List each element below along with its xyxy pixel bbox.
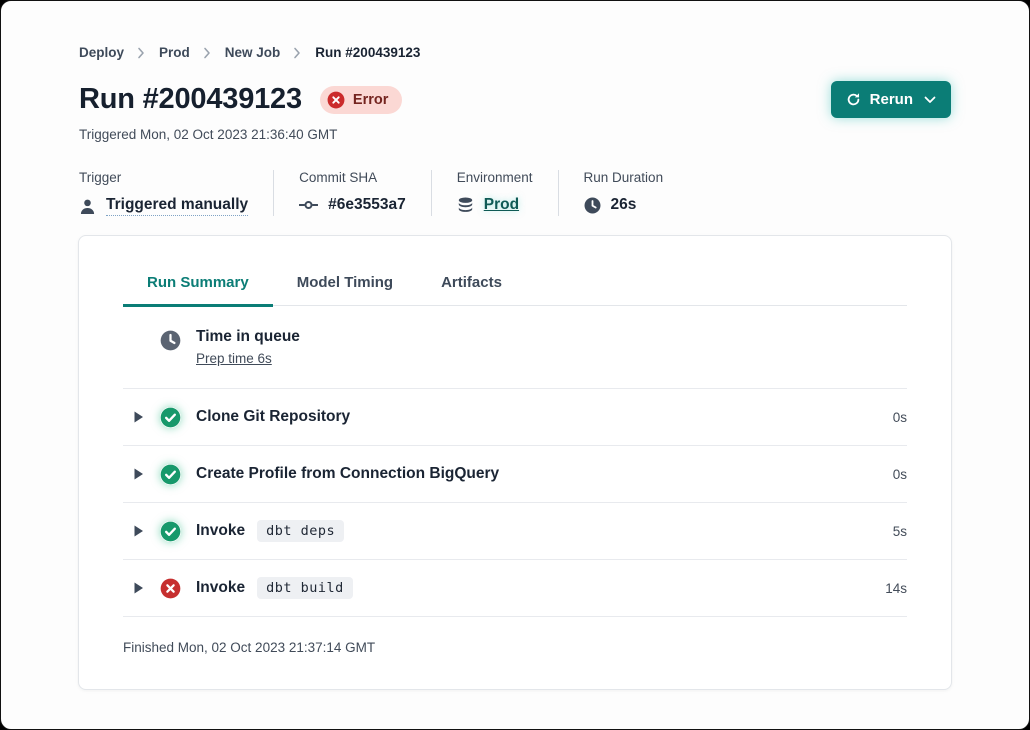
meta-environment: Environment Prod [457,170,559,216]
meta-label: Environment [457,170,533,185]
tab-run-summary[interactable]: Run Summary [123,264,273,307]
clock-icon [584,197,601,214]
run-summary-card: Run Summary Model Timing Artifacts Time … [78,235,952,690]
status-badge-label: Error [353,92,388,108]
run-steps-list: Time in queue Prep time 6s Clone Git Rep… [123,306,907,617]
meta-label: Run Duration [584,170,664,185]
breadcrumb-current: Run #200439123 [315,45,420,60]
run-duration-value: 26s [611,196,637,214]
code-chip: dbt build [257,577,353,599]
step-duration: 0s [893,410,907,425]
prep-time-link[interactable]: Prep time 6s [196,351,300,366]
clock-icon [160,330,181,366]
success-icon [160,407,181,428]
chevron-right-icon [293,47,302,59]
step-row-create-profile[interactable]: Create Profile from Connection BigQuery … [123,446,907,503]
step-title: Clone Git Repository [196,408,350,426]
meta-commit-sha: Commit SHA #6e3553a7 [299,170,432,216]
trigger-value[interactable]: Triggered manually [106,196,248,216]
dbt-run-page: Deploy Prod New Job Run #200439123 Run #… [0,0,1030,730]
step-title: Invoke [196,522,245,540]
run-metadata: Trigger Triggered manually Commit SHA #6… [79,170,951,216]
step-row-dbt-build[interactable]: Invoke dbt build 14s [123,560,907,617]
title-row: Run #200439123 Error Rerun [79,81,951,118]
rerun-button-label: Rerun [870,91,913,108]
queue-title: Time in queue [196,328,300,346]
tab-bar: Run Summary Model Timing Artifacts [123,236,907,306]
breadcrumb-prod[interactable]: Prod [159,45,190,60]
meta-trigger: Trigger Triggered manually [79,170,274,216]
caret-right-icon[interactable] [134,582,144,594]
step-row-dbt-deps[interactable]: Invoke dbt deps 5s [123,503,907,560]
chevron-right-icon [137,47,146,59]
commit-sha-value: #6e3553a7 [328,196,406,214]
page-header: Deploy Prod New Job Run #200439123 Run #… [1,1,1029,142]
breadcrumb-deploy[interactable]: Deploy [79,45,124,60]
step-duration: 14s [885,581,907,596]
step-title: Invoke [196,579,245,597]
tab-artifacts[interactable]: Artifacts [417,264,526,305]
rerun-button[interactable]: Rerun [831,81,951,118]
meta-label: Commit SHA [299,170,406,185]
tab-model-timing[interactable]: Model Timing [273,264,417,305]
status-badge: Error [320,86,402,114]
step-duration: 0s [893,467,907,482]
refresh-icon [846,92,861,107]
finished-timestamp: Finished Mon, 02 Oct 2023 21:37:14 GMT [123,617,907,655]
time-in-queue-row: Time in queue Prep time 6s [123,306,907,389]
caret-right-icon[interactable] [134,468,144,480]
triggered-timestamp: Triggered Mon, 02 Oct 2023 21:36:40 GMT [79,127,951,142]
chevron-down-icon [924,96,936,104]
success-icon [160,464,181,485]
step-row-clone-git[interactable]: Clone Git Repository 0s [123,389,907,446]
commit-icon [299,197,318,213]
breadcrumb: Deploy Prod New Job Run #200439123 [79,45,951,60]
meta-run-duration: Run Duration 26s [584,170,689,216]
error-icon [327,91,345,109]
database-icon [457,197,474,214]
step-title: Create Profile from Connection BigQuery [196,465,499,483]
caret-right-icon[interactable] [134,525,144,537]
person-icon [79,198,96,215]
success-icon [160,521,181,542]
error-icon [160,578,181,599]
page-title: Run #200439123 [79,83,302,116]
caret-right-icon[interactable] [134,411,144,423]
code-chip: dbt deps [257,520,344,542]
meta-label: Trigger [79,170,248,185]
step-duration: 5s [893,524,907,539]
environment-link[interactable]: Prod [484,196,519,214]
breadcrumb-new-job[interactable]: New Job [225,45,281,60]
chevron-right-icon [203,47,212,59]
